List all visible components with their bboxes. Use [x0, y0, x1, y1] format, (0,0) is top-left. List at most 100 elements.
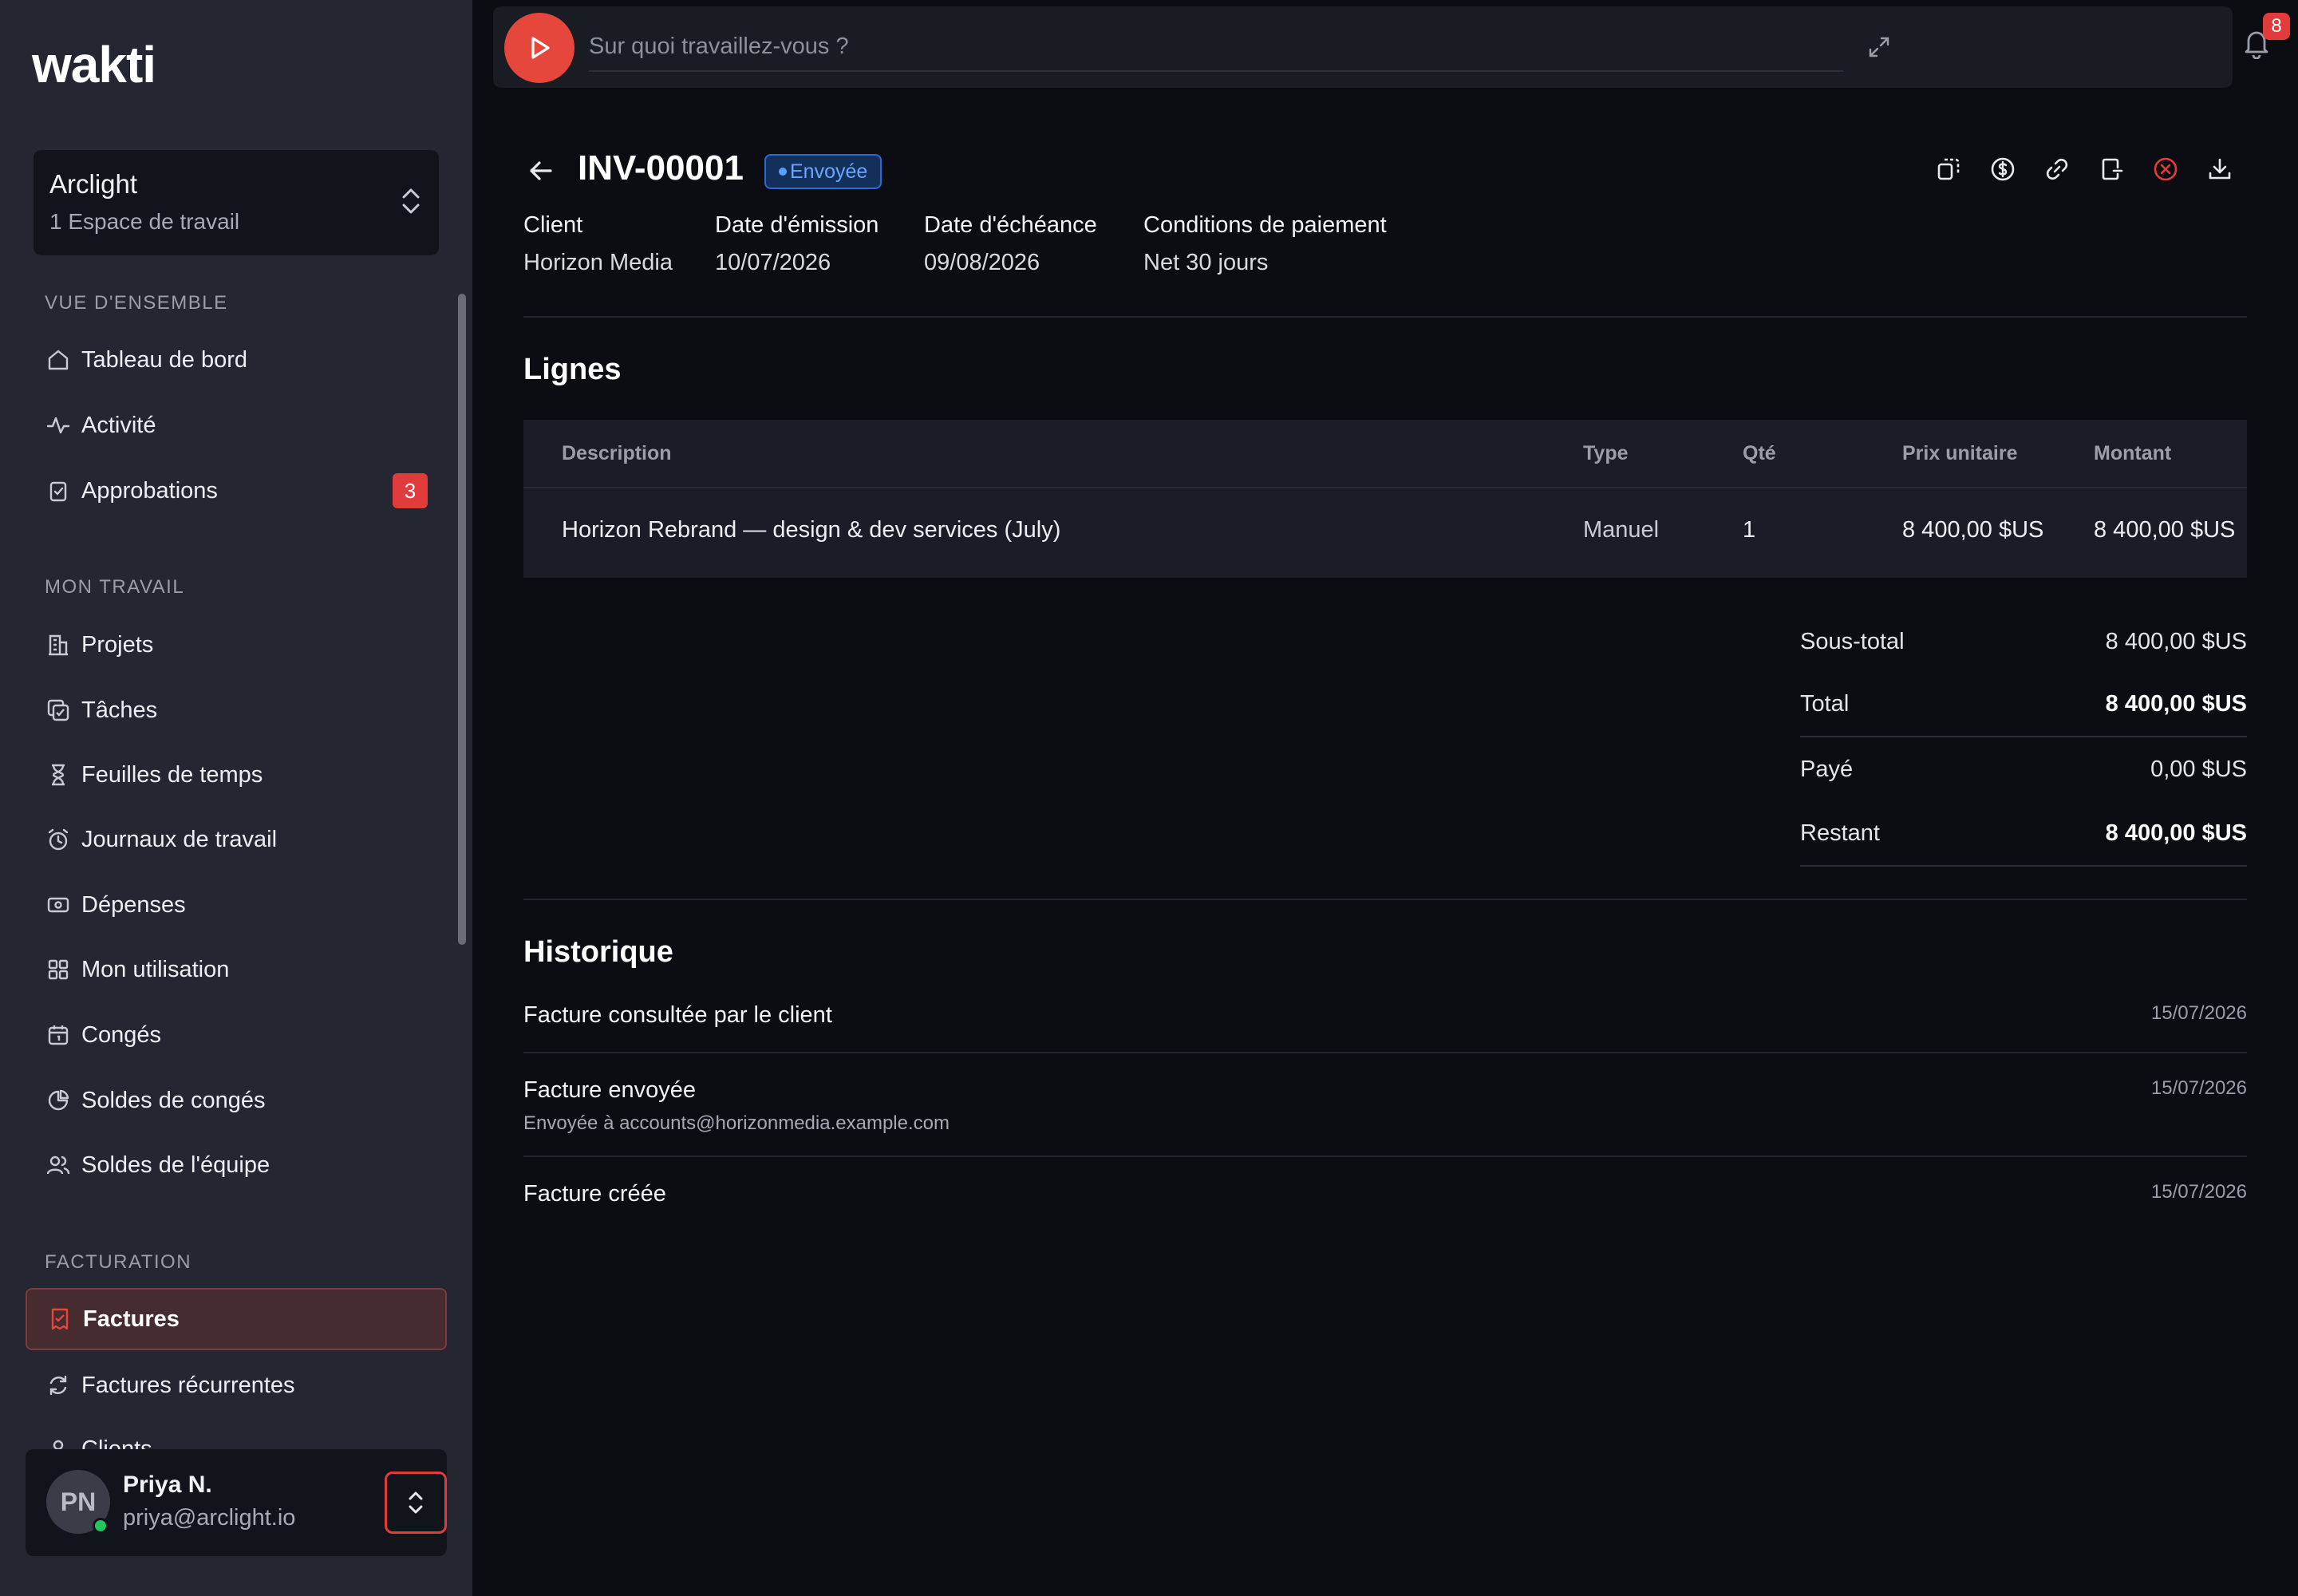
- line-amount: 8 400,00 $US: [2094, 517, 2236, 543]
- sidebar-item-label: Feuilles de temps: [81, 761, 263, 788]
- total-value: 8 400,00 $US: [2105, 629, 2247, 654]
- task-description-input[interactable]: [589, 22, 1843, 72]
- user-menu-toggle-button[interactable]: [385, 1472, 447, 1534]
- user-menu[interactable]: PN Priya N. priya@arclight.io: [26, 1449, 447, 1556]
- table-header: Description Type Qté Prix unitaire Monta…: [523, 420, 2247, 488]
- total-value: 8 400,00 $US: [2105, 820, 2247, 846]
- total-row: Total 8 400,00 $US: [1800, 674, 2247, 737]
- invoice-lines-table: Description Type Qté Prix unitaire Monta…: [523, 420, 2247, 578]
- meta-value: Horizon Media: [523, 250, 673, 275]
- sidebar-item-expenses[interactable]: Dépenses: [35, 876, 434, 934]
- page-title: INV-00001: [578, 148, 744, 188]
- chevron-up-down-icon: [407, 1488, 424, 1517]
- paid-row: Payé 0,00 $US: [1800, 739, 2247, 803]
- column-header-amount: Montant: [2094, 442, 2172, 464]
- start-timer-button[interactable]: [504, 13, 574, 83]
- timer-bar: [493, 6, 2233, 88]
- total-value: 0,00 $US: [2150, 757, 2247, 782]
- history-title: Facture consultée par le client: [523, 1002, 832, 1028]
- column-header-type: Type: [1583, 442, 1629, 464]
- divider: [523, 899, 2247, 900]
- workspace-switcher[interactable]: Arclight 1 Espace de travail: [34, 150, 439, 255]
- subtotal-row: Sous-total 8 400,00 $US: [1800, 611, 2247, 675]
- total-value: 8 400,00 $US: [2105, 691, 2247, 717]
- history-heading: Historique: [523, 935, 673, 969]
- column-header-description: Description: [562, 442, 672, 464]
- sidebar-item-label: Soldes de congés: [81, 1087, 266, 1113]
- section-title-my-work: MON TRAVAIL: [45, 576, 185, 598]
- sidebar-item-activity[interactable]: Activité: [35, 397, 434, 454]
- alarm-clock-icon: [45, 826, 72, 853]
- total-label: Restant: [1800, 820, 1880, 846]
- history-subtitle: Envoyée à accounts@horizonmedia.example.…: [523, 1112, 950, 1134]
- sidebar-item-label: Factures récurrentes: [81, 1372, 295, 1398]
- home-icon: [45, 346, 72, 373]
- total-label: Total: [1800, 691, 1850, 717]
- sidebar-item-tasks[interactable]: Tâches: [35, 681, 434, 739]
- total-label: Sous-total: [1800, 629, 1905, 654]
- sidebar-item-dashboard[interactable]: Tableau de bord: [35, 331, 434, 389]
- sidebar-item-leave-balances[interactable]: Soldes de congés: [35, 1072, 434, 1129]
- sidebar-item-my-usage[interactable]: Mon utilisation: [35, 941, 434, 998]
- history-title: Facture envoyée: [523, 1077, 697, 1103]
- history-date: 15/07/2026: [2150, 1077, 2247, 1099]
- link-icon[interactable]: [2044, 156, 2070, 182]
- status-badge: Envoyée: [764, 154, 882, 189]
- sidebar-item-label: Soldes de l'équipe: [81, 1152, 270, 1178]
- line-qty: 1: [1743, 517, 1756, 543]
- section-title-billing: FACTURATION: [45, 1251, 192, 1273]
- meta-label: Date d'émission: [715, 212, 879, 238]
- play-icon: [526, 34, 553, 61]
- meta-payment-terms: Conditions de paiement Net 30 jours: [1143, 212, 1387, 276]
- workspace-subtitle: 1 Espace de travail: [49, 209, 240, 234]
- sidebar-item-timesheets[interactable]: Feuilles de temps: [35, 746, 434, 804]
- clipboard-check-icon: [45, 477, 72, 504]
- sidebar-item-label: Activité: [81, 412, 156, 438]
- history-date: 15/07/2026: [2150, 1181, 2247, 1203]
- credit-note-icon[interactable]: [2099, 156, 2124, 182]
- duplicate-icon[interactable]: [1936, 156, 1961, 182]
- download-icon[interactable]: [2207, 156, 2233, 182]
- tasks-icon: [45, 697, 72, 724]
- divider: [523, 1052, 2247, 1053]
- sidebar-item-invoices[interactable]: Factures: [26, 1288, 447, 1350]
- meta-client: Client Horizon Media: [523, 212, 673, 276]
- cancel-invoice-icon[interactable]: [2153, 156, 2178, 182]
- status-label: Envoyée: [790, 160, 868, 183]
- users-icon: [45, 1152, 72, 1179]
- line-description: Horizon Rebrand — design & dev services …: [562, 517, 1061, 543]
- app-logo[interactable]: wakti: [32, 35, 156, 94]
- sidebar-item-label: Tâches: [81, 697, 158, 723]
- workspace-name: Arclight: [49, 169, 138, 199]
- payment-dollar-icon[interactable]: [1990, 156, 2016, 182]
- sidebar-item-label: Dépenses: [81, 891, 186, 918]
- status-dot: [779, 168, 787, 176]
- calendar-icon: [45, 1021, 72, 1049]
- user-email: priya@arclight.io: [123, 1505, 296, 1531]
- divider: [523, 1156, 2247, 1157]
- meta-issue-date: Date d'émission 10/07/2026: [715, 212, 879, 276]
- sidebar-item-recurring-invoices[interactable]: Factures récurrentes: [35, 1357, 434, 1414]
- sidebar-item-team-balances[interactable]: Soldes de l'équipe: [35, 1136, 434, 1194]
- history-title: Facture créée: [523, 1181, 666, 1207]
- sidebar-item-approvals[interactable]: Approbations 3: [35, 462, 434, 519]
- pie-chart-icon: [45, 1087, 72, 1114]
- meta-value: 10/07/2026: [715, 250, 831, 275]
- sidebar: wakti Arclight 1 Espace de travail VUE D…: [0, 0, 472, 1596]
- sidebar-item-label: Tableau de bord: [81, 346, 247, 373]
- receipt-icon: [46, 1306, 73, 1333]
- back-arrow-icon[interactable]: [527, 156, 555, 185]
- expand-icon[interactable]: [1867, 35, 1891, 59]
- line-type: Manuel: [1583, 517, 1660, 543]
- divider: [523, 316, 2247, 318]
- sidebar-item-leave[interactable]: Congés: [35, 1006, 434, 1064]
- online-status-dot: [93, 1518, 109, 1534]
- section-title-overview: VUE D'ENSEMBLE: [45, 292, 228, 314]
- hourglass-icon: [45, 761, 72, 788]
- sidebar-item-label: Factures: [83, 1306, 180, 1332]
- sidebar-scrollbar[interactable]: [458, 294, 466, 945]
- sidebar-item-label: Approbations: [81, 477, 218, 504]
- sidebar-item-projects[interactable]: Projets: [35, 616, 434, 674]
- sidebar-item-work-logs[interactable]: Journaux de travail: [35, 811, 434, 868]
- divider: [1800, 736, 2247, 737]
